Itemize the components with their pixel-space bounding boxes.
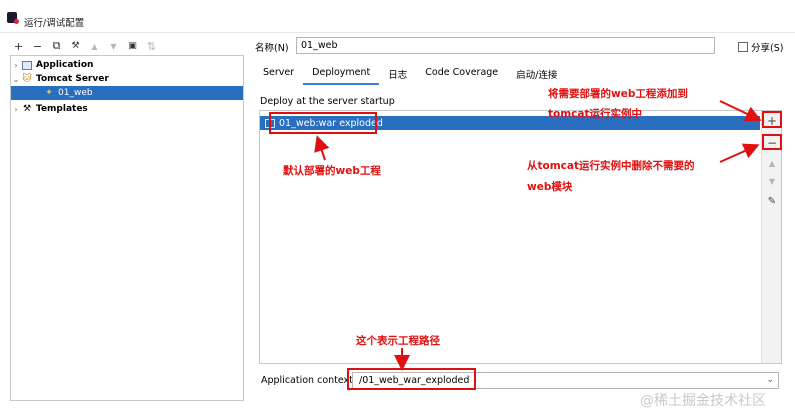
move-down-icon[interactable]: ▼ [105, 38, 122, 54]
name-label: 名称(N) [255, 43, 289, 54]
move-down-icon[interactable]: ▼ [762, 173, 782, 189]
share-checkbox[interactable]: 分享(S) [738, 40, 783, 54]
move-up-icon[interactable]: ▲ [762, 155, 782, 171]
tab-deployment[interactable]: Deployment [303, 63, 380, 85]
annotation-add-line2: tomcat运行实例中 [548, 108, 643, 120]
name-input[interactable]: 01_web [296, 37, 715, 54]
tab-startup-connection[interactable]: 启动/连接 [507, 63, 566, 85]
annotation-remove-line2: web模块 [527, 181, 573, 193]
window-titlebar: 运行/调试配置 [0, 0, 795, 33]
tree-item-01-web[interactable]: ✦ 01_web [11, 86, 243, 100]
copy-icon[interactable]: ⧉ [48, 38, 65, 54]
config-toolbar: + − ⧉ ⚒ ▲ ▼ ▣ ⇅ [10, 38, 160, 54]
tab-logs[interactable]: 日志 [379, 63, 416, 85]
annotation-box-context [347, 368, 476, 390]
tab-bar: Server Deployment 日志 Code Coverage 启动/连接 [254, 63, 566, 85]
window-title: 运行/调试配置 [24, 18, 85, 29]
annotation-box-deploy-item [269, 112, 377, 134]
chevron-down-icon[interactable]: ⌄ [766, 375, 774, 385]
annotation-path: 这个表示工程路径 [356, 335, 440, 347]
annotation-remove-line1: 从tomcat运行实例中删除不需要的 [527, 160, 695, 172]
remove-icon[interactable]: − [29, 38, 46, 54]
annotation-box-remove [762, 134, 782, 150]
annotation-default-project: 默认部署的web工程 [283, 165, 381, 177]
config-tree: › Application ⌄ 🐱 Tomcat Server ✦ 01_web… [10, 55, 244, 401]
share-label: 分享(S) [751, 43, 784, 54]
tree-item-templates[interactable]: › ⚒ Templates [11, 102, 243, 116]
deploy-list [259, 110, 782, 364]
annotation-box-add [762, 111, 782, 128]
edit-pencil-icon[interactable]: ✎ [762, 193, 782, 209]
application-icon [21, 60, 33, 70]
deploy-section-label: Deploy at the server startup [260, 96, 395, 107]
watermark: @稀土掘金技术社区 [640, 393, 766, 409]
app-context-label: Application context: [261, 375, 357, 386]
tab-code-coverage[interactable]: Code Coverage [416, 63, 507, 85]
move-up-icon[interactable]: ▲ [86, 38, 103, 54]
add-icon[interactable]: + [10, 38, 27, 54]
chevron-down-icon[interactable]: ⌄ [11, 75, 21, 84]
tomcat-icon: 🐱 [22, 74, 32, 84]
wrench-icon: ⚒ [22, 104, 32, 114]
chevron-right-icon[interactable]: › [11, 105, 21, 114]
wrench-icon[interactable]: ⚒ [67, 38, 84, 54]
tab-server[interactable]: Server [254, 63, 303, 85]
chevron-right-icon[interactable]: › [11, 61, 21, 70]
checkbox-box[interactable] [738, 42, 748, 52]
sort-icon[interactable]: ⇅ [143, 38, 160, 54]
intellij-app-icon [7, 12, 19, 24]
folder-icon[interactable]: ▣ [124, 38, 141, 54]
tree-item-tomcat-server[interactable]: ⌄ 🐱 Tomcat Server [11, 72, 243, 86]
tree-item-application[interactable]: › Application [11, 58, 243, 72]
annotation-add-line1: 将需要部署的web工程添加到 [548, 88, 688, 100]
tomcat-config-icon: ✦ [45, 88, 53, 98]
